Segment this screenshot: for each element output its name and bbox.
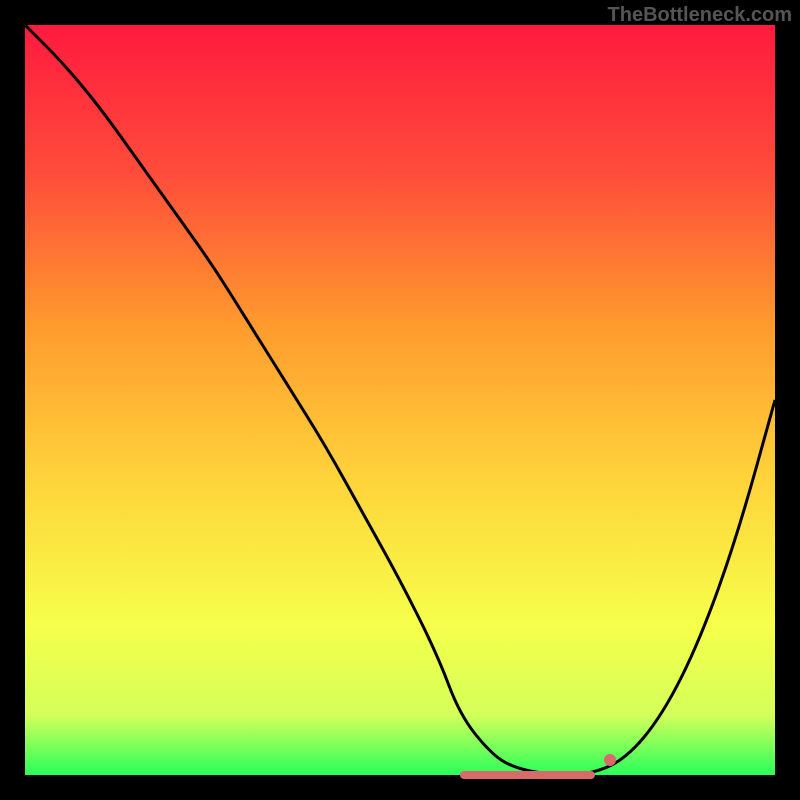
optimal-range-band (460, 771, 595, 779)
marker-dot (604, 754, 616, 766)
watermark-text: TheBottleneck.com (608, 4, 792, 27)
curve-line (25, 25, 775, 775)
plot-area (25, 25, 775, 775)
chart-container: TheBottleneck.com (0, 0, 800, 800)
